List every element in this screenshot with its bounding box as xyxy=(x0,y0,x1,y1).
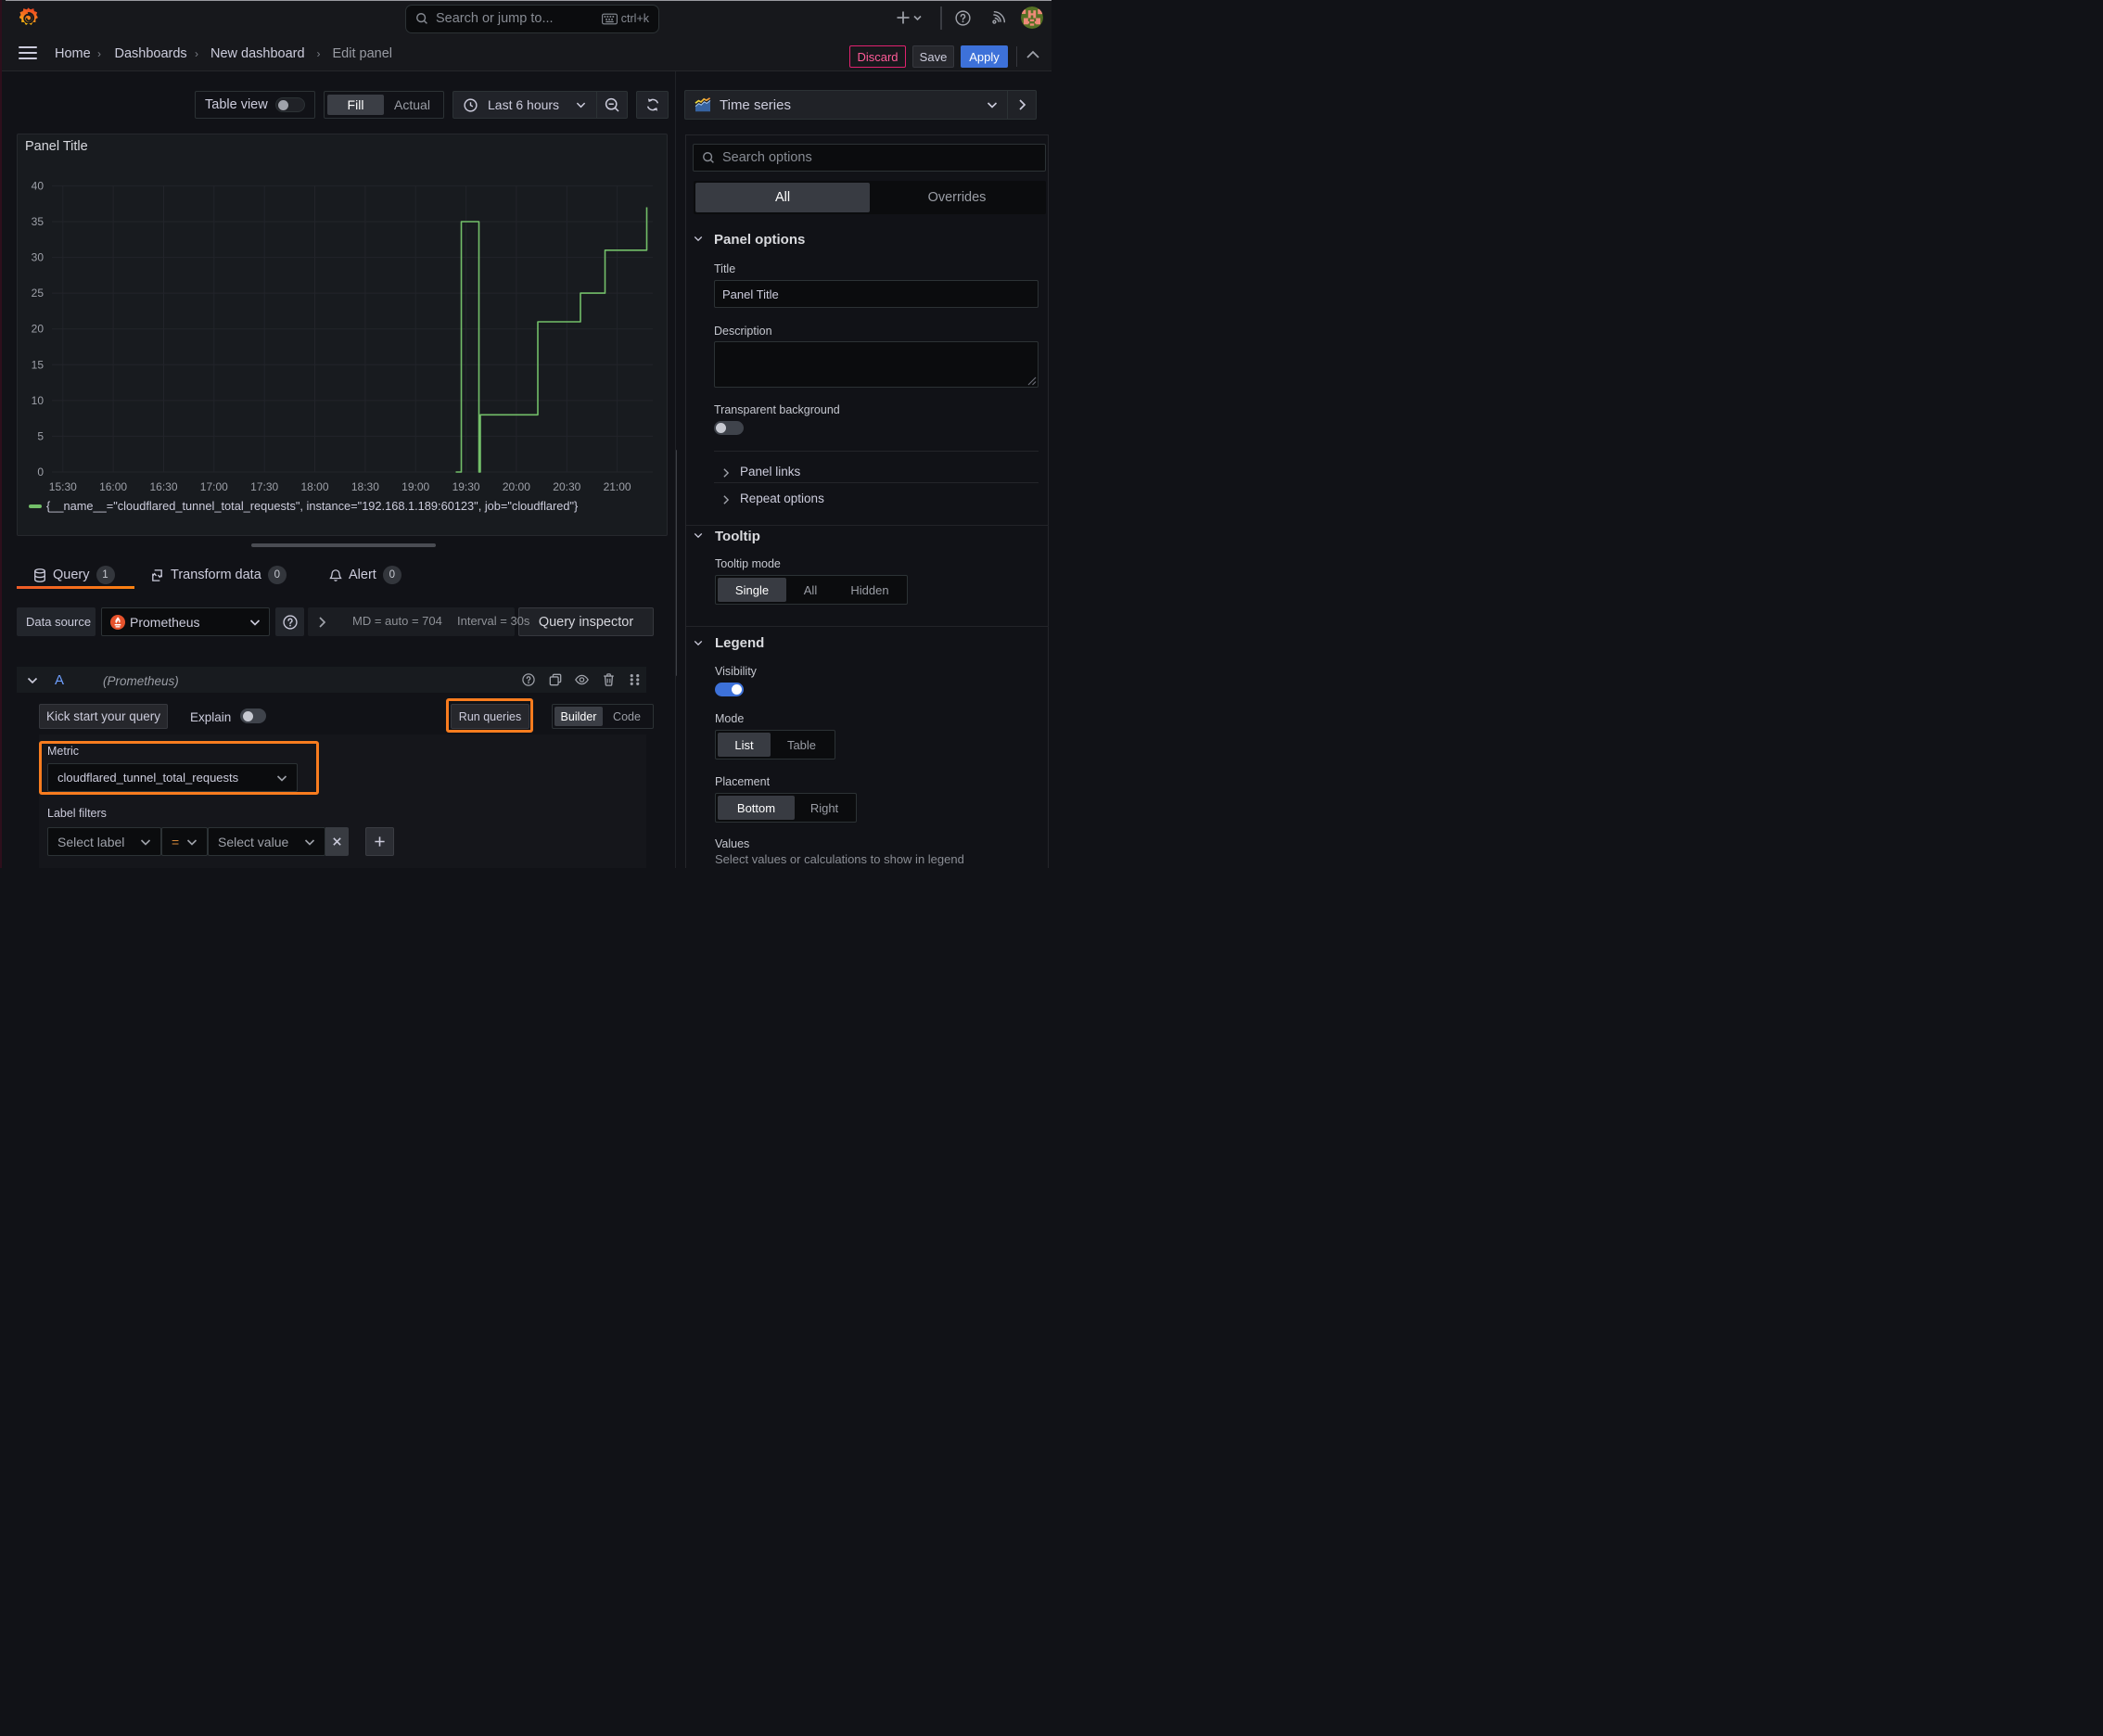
svg-text:0: 0 xyxy=(37,466,44,479)
svg-text:17:00: 17:00 xyxy=(200,480,228,493)
svg-text:35: 35 xyxy=(32,215,45,228)
svg-text:19:00: 19:00 xyxy=(401,480,429,493)
svg-text:19:30: 19:30 xyxy=(452,480,480,493)
svg-text:10: 10 xyxy=(32,394,45,407)
svg-text:16:00: 16:00 xyxy=(99,480,127,493)
svg-text:20: 20 xyxy=(32,323,45,336)
svg-text:40: 40 xyxy=(32,180,45,193)
svg-text:20:30: 20:30 xyxy=(553,480,580,493)
svg-text:30: 30 xyxy=(32,251,45,264)
svg-text:5: 5 xyxy=(37,429,44,442)
svg-text:25: 25 xyxy=(32,287,45,300)
svg-text:18:30: 18:30 xyxy=(351,480,379,493)
svg-text:15: 15 xyxy=(32,358,45,371)
svg-text:16:30: 16:30 xyxy=(149,480,177,493)
svg-text:21:00: 21:00 xyxy=(604,480,631,493)
svg-text:18:00: 18:00 xyxy=(300,480,328,493)
svg-text:17:30: 17:30 xyxy=(250,480,278,493)
svg-text:20:00: 20:00 xyxy=(503,480,530,493)
svg-text:15:30: 15:30 xyxy=(49,480,77,493)
